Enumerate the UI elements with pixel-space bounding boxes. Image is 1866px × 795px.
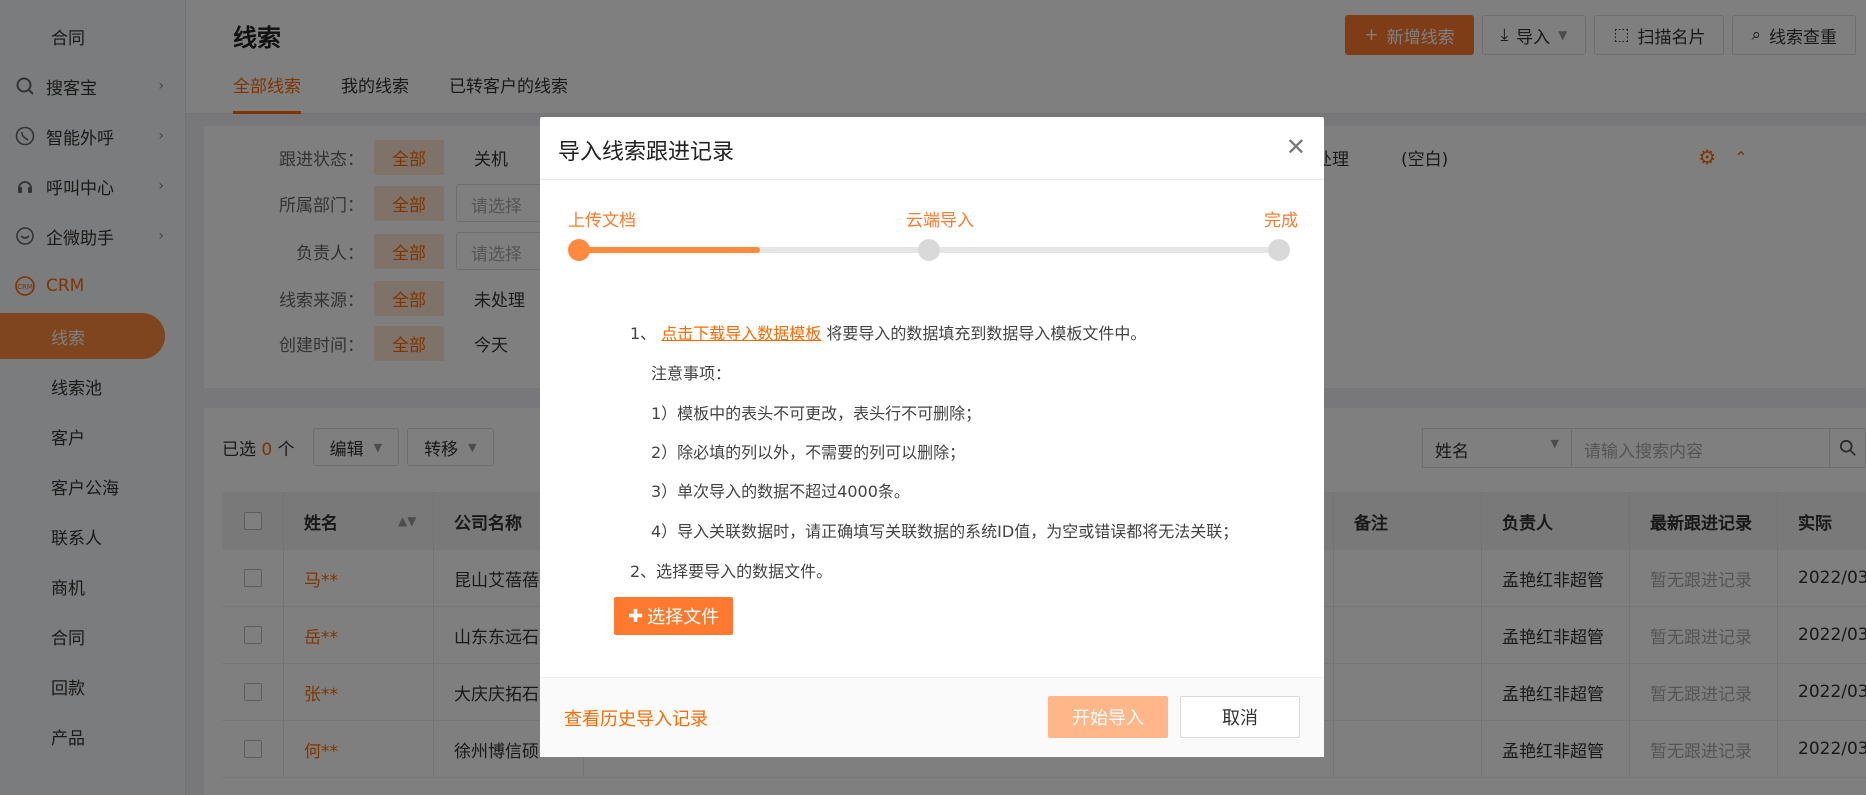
note-item: 3）单次导入的数据不超过4000条。	[651, 482, 910, 501]
step-cloud-import: 云端导入	[906, 211, 974, 231]
progress-fill	[578, 247, 760, 253]
import-dialog: 导入线索跟进记录 ✕ 上传文档 云端导入 完成 1、 点击下载导入数据模板 将要…	[540, 117, 1324, 757]
note-item: 4）导入关联数据时，请正确填写关联数据的系统ID值，为空或错误都将无法关联；	[651, 522, 1239, 541]
note-item: 1）模板中的表头不可更改，表头行不可删除；	[651, 404, 982, 423]
dialog-title: 导入线索跟进记录	[558, 140, 735, 165]
step-dot-3	[1268, 239, 1290, 261]
note-item: 2）除必填的列以外，不需要的列可以删除；	[651, 443, 966, 462]
dialog-header: 导入线索跟进记录 ✕	[540, 117, 1324, 180]
cancel-button[interactable]: 取消	[1180, 696, 1300, 738]
notes-title: 注意事项：	[651, 364, 732, 383]
step-dot-1	[568, 239, 590, 261]
dialog-footer: 查看历史导入记录 开始导入 取消	[540, 677, 1324, 757]
step-dot-2	[918, 239, 940, 261]
close-icon[interactable]: ✕	[1286, 133, 1306, 161]
instruction-line-2: 2、选择要导入的数据文件。	[630, 562, 833, 581]
step-upload: 上传文档	[568, 211, 636, 231]
plus-icon: ✚	[628, 605, 644, 627]
instruction-line-1: 1、 点击下载导入数据模板 将要导入的数据填充到数据导入模板文件中。	[630, 324, 1147, 343]
choose-file-button[interactable]: ✚ 选择文件	[614, 597, 734, 635]
import-history-link[interactable]: 查看历史导入记录	[564, 705, 708, 731]
start-import-button[interactable]: 开始导入	[1048, 696, 1168, 738]
step-done: 完成	[1264, 211, 1298, 231]
download-template-link[interactable]: 点击下载导入数据模板	[661, 324, 821, 343]
